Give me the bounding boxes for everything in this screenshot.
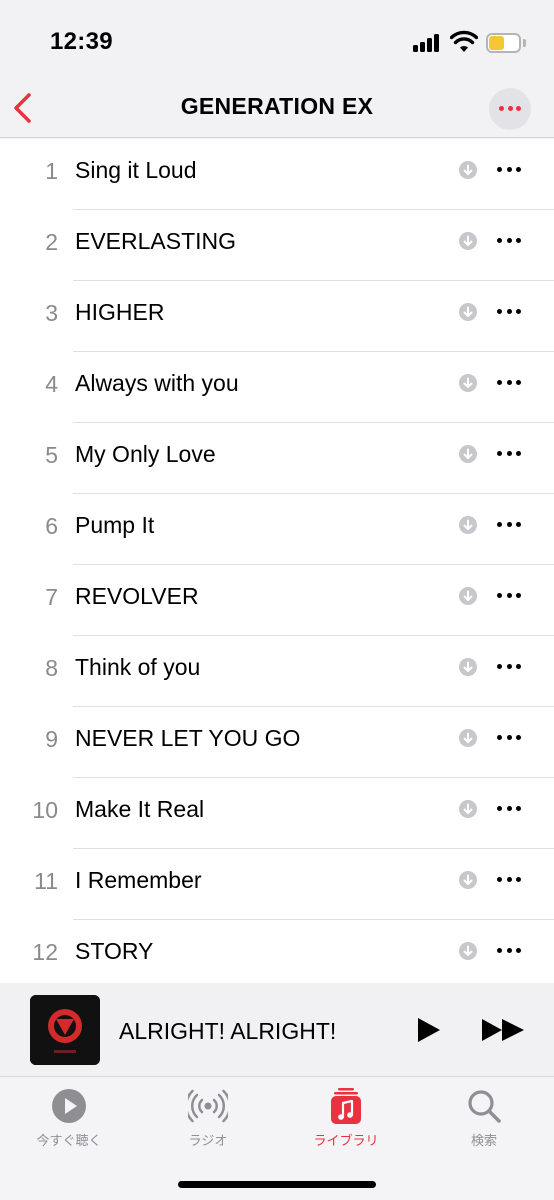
play-icon[interactable]	[414, 1016, 442, 1044]
download-icon[interactable]	[459, 516, 477, 534]
track-row[interactable]: 4 Always with you	[0, 352, 554, 423]
tab-label: ライブラリ	[313, 1133, 379, 1148]
track-more-icon[interactable]	[495, 450, 523, 458]
search-icon	[468, 1090, 501, 1123]
album-artwork[interactable]	[30, 995, 100, 1065]
track-more-icon[interactable]	[495, 166, 523, 174]
track-row[interactable]: 2 EVERLASTING	[0, 210, 554, 281]
track-title: Always with you	[75, 370, 239, 396]
track-number: 6	[45, 513, 58, 539]
track-row[interactable]: 1 Sing it Loud	[0, 139, 554, 210]
track-title: Pump It	[75, 512, 155, 538]
track-row[interactable]: 11 I Remember	[0, 849, 554, 920]
tab-label: 今すぐ聴く	[36, 1133, 102, 1148]
track-number: 10	[32, 797, 58, 823]
download-icon[interactable]	[459, 658, 477, 676]
track-title: Sing it Loud	[75, 157, 197, 183]
track-number: 5	[45, 442, 58, 468]
tab-radio[interactable]: ラジオ	[139, 1078, 277, 1158]
download-icon[interactable]	[459, 232, 477, 250]
radio-icon	[188, 1089, 228, 1123]
track-more-icon[interactable]	[495, 805, 523, 813]
page-title: GENERATION EX	[180, 93, 374, 119]
download-icon[interactable]	[459, 445, 477, 463]
track-title: My Only Love	[75, 441, 216, 467]
download-icon[interactable]	[459, 942, 477, 960]
track-title: I Remember	[75, 867, 202, 893]
track-more-icon[interactable]	[495, 521, 523, 529]
tab-label: ラジオ	[188, 1133, 228, 1148]
track-more-icon[interactable]	[495, 237, 523, 245]
track-row[interactable]: 12 STORY	[0, 920, 554, 983]
download-icon[interactable]	[459, 871, 477, 889]
home-indicator[interactable]	[178, 1181, 376, 1188]
track-number: 4	[45, 371, 58, 397]
track-title: REVOLVER	[75, 583, 199, 609]
track-more-icon[interactable]	[495, 734, 523, 742]
track-title: EVERLASTING	[75, 228, 237, 254]
download-icon[interactable]	[459, 161, 477, 179]
track-number: 11	[34, 868, 58, 894]
cellular-signal-icon	[413, 34, 443, 52]
track-more-icon[interactable]	[495, 663, 523, 671]
track-title: STORY	[75, 938, 154, 964]
track-number: 7	[45, 584, 58, 610]
now-playing-title: ALRIGHT! ALRIGHT!	[119, 1018, 337, 1044]
download-icon[interactable]	[459, 800, 477, 818]
download-icon[interactable]	[459, 587, 477, 605]
track-number: 1	[45, 158, 58, 184]
track-title: HIGHER	[75, 299, 165, 325]
status-bar: 12:39	[0, 0, 554, 80]
track-more-icon[interactable]	[495, 592, 523, 600]
download-icon[interactable]	[459, 729, 477, 747]
track-number: 8	[45, 655, 58, 681]
listen-now-icon	[52, 1089, 86, 1123]
track-number: 3	[45, 300, 58, 326]
library-icon	[331, 1088, 361, 1124]
track-row[interactable]: 6 Pump It	[0, 494, 554, 565]
track-number: 12	[32, 939, 58, 965]
download-icon[interactable]	[459, 303, 477, 321]
tab-label: 検索	[470, 1133, 497, 1148]
track-more-icon[interactable]	[495, 876, 523, 884]
fast-forward-icon[interactable]	[480, 1016, 526, 1044]
track-list: 1 Sing it Loud 2 EVERLASTING 3 HIGHER 4 Always …	[0, 139, 554, 983]
track-title: NEVER LET YOU GO	[75, 725, 301, 751]
tab-search[interactable]: 検索	[415, 1078, 553, 1158]
track-number: 2	[45, 229, 58, 255]
track-title: Think of you	[75, 654, 201, 680]
track-row[interactable]: 7 REVOLVER	[0, 565, 554, 636]
track-row[interactable]: 5 My Only Love	[0, 423, 554, 494]
track-title: Make It Real	[75, 796, 205, 822]
download-icon[interactable]	[459, 374, 477, 392]
tab-library[interactable]: ライブラリ	[277, 1078, 415, 1158]
status-time: 12:39	[50, 28, 113, 55]
track-row[interactable]: 3 HIGHER	[0, 281, 554, 352]
track-row[interactable]: 10 Make It Real	[0, 778, 554, 849]
track-row[interactable]: 9 NEVER LET YOU GO	[0, 707, 554, 778]
wifi-icon	[450, 30, 478, 52]
track-more-icon[interactable]	[495, 379, 523, 387]
mini-player[interactable]: ALRIGHT! ALRIGHT!	[0, 983, 554, 1077]
track-more-icon[interactable]	[495, 947, 523, 955]
track-more-icon[interactable]	[495, 308, 523, 316]
battery-icon	[486, 33, 526, 53]
track-row[interactable]: 8 Think of you	[0, 636, 554, 707]
track-number: 9	[45, 726, 58, 752]
tab-listen-now[interactable]: 今すぐ聴く	[0, 1078, 138, 1158]
nav-bar: GENERATION EX	[0, 80, 554, 138]
more-options-button[interactable]	[489, 88, 531, 130]
